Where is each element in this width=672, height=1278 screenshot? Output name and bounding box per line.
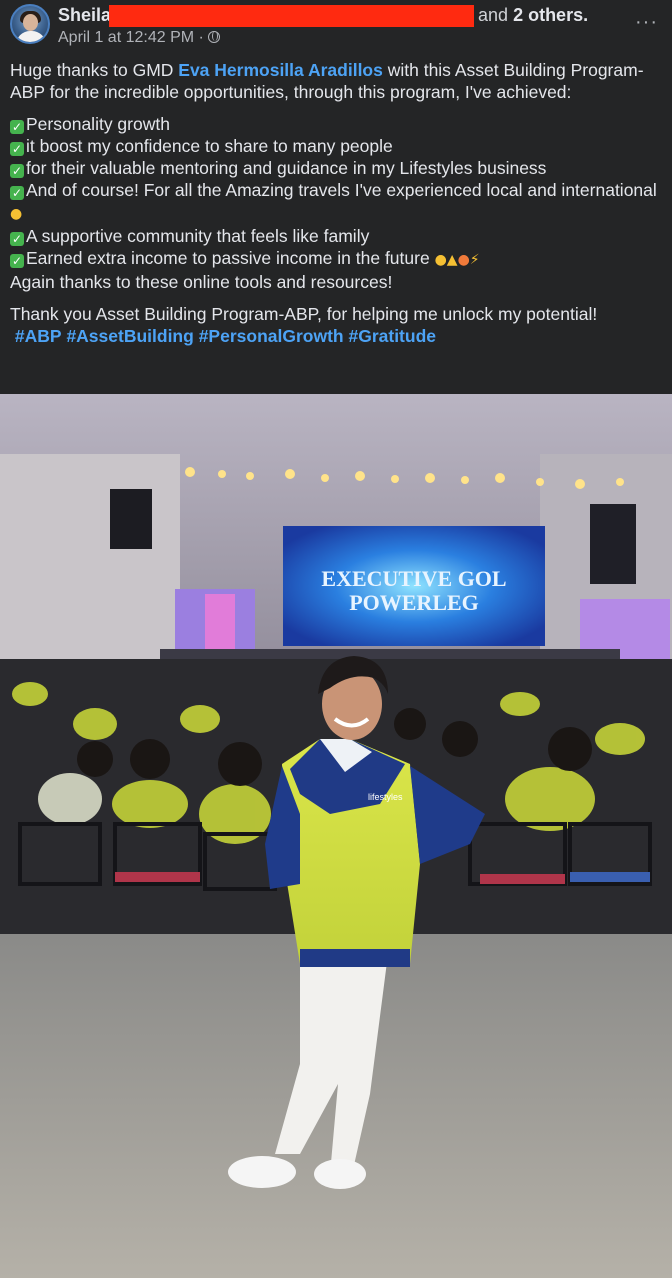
hashtag-link[interactable]: #Gratitude [348, 326, 436, 346]
avatar[interactable] [10, 4, 50, 44]
post-photo[interactable]: EXECUTIVE GOL POWERLEG lifestyles [0, 394, 672, 1278]
intro-paragraph: Huge thanks to GMD Eva Hermosilla Aradil… [10, 59, 665, 103]
post-timestamp[interactable]: April 1 at 12:42 PM [58, 29, 194, 46]
hashtag-link[interactable]: #AssetBuilding [66, 326, 193, 346]
folded-hands-icon: ▲ [446, 252, 458, 268]
author-name[interactable]: Sheila [58, 4, 111, 26]
redaction-bar [109, 5, 474, 27]
intro-text-1: Huge thanks to GMD [10, 60, 179, 80]
hashtag-link[interactable]: #PersonalGrowth [199, 326, 344, 346]
tagged-others[interactable]: and 2 others. [478, 4, 588, 26]
post-body: Huge thanks to GMD Eva Hermosilla Aradil… [10, 59, 665, 347]
hashtag-line: #ABP #AssetBuilding #PersonalGrowth #Gra… [10, 325, 665, 347]
achievement-item: ✓ Personality growth [10, 113, 665, 135]
achievement-item: ✓ it boost my confidence to share to many… [10, 135, 665, 157]
hashtag-link[interactable]: #ABP [15, 326, 62, 346]
left-wall [0, 454, 180, 674]
post-meta: April 1 at 12:42 PM · [58, 28, 220, 48]
check-mark-icon: ✓ [10, 164, 24, 178]
jacket-logo: lifestyles [368, 792, 403, 802]
check-mark-icon: ✓ [10, 186, 24, 200]
speaker-right [590, 504, 636, 584]
achievement-item: ✓ And of course! For all the Amazing trav… [10, 179, 665, 225]
achievement-text: for their valuable mentoring and guidanc… [26, 158, 547, 178]
achievement-text: A supportive community that feels like f… [26, 226, 370, 246]
post-header: Sheila and 2 others. April 1 at 12:42 PM… [0, 0, 672, 56]
thanks-line: Again thanks to these online tools and r… [10, 272, 393, 292]
globe-icon [207, 31, 220, 43]
achievement-text: And of course! For all the Amazing trave… [26, 180, 657, 200]
achievement-item: ✓ Earned extra income to passive income i… [10, 247, 665, 271]
check-mark-icon: ✓ [10, 142, 24, 156]
achievement-item: ✓ A supportive community that feels like … [10, 225, 665, 247]
flexed-biceps-icon: ● [434, 252, 447, 268]
achievement-text: it boost my confidence to share to many … [26, 136, 393, 156]
closing-paragraph: Thank you Asset Building Program-ABP, fo… [10, 304, 598, 324]
achievement-text: Personality growth [26, 114, 170, 134]
others-link[interactable]: 2 others. [513, 5, 588, 25]
check-mark-icon: ✓ [10, 254, 24, 268]
mention-link[interactable]: Eva Hermosilla Aradillos [178, 60, 383, 80]
smiling-hearts-icon: ● [457, 252, 470, 268]
lightning-icon: ⚡ [469, 252, 480, 268]
astonished-face-icon: ● [10, 206, 23, 222]
achievement-text: Earned extra income to passive income in… [26, 248, 435, 268]
check-mark-icon: ✓ [10, 232, 24, 246]
screen-line-2: POWERLEG [349, 590, 479, 615]
screen-line-1: EXECUTIVE GOL [321, 566, 506, 591]
achievement-item: ✓ for their valuable mentoring and guidan… [10, 157, 665, 179]
check-mark-icon: ✓ [10, 120, 24, 134]
meta-separator: · [198, 29, 204, 46]
more-options-button[interactable]: ··· [635, 12, 658, 32]
speaker-left [110, 489, 152, 549]
and-text: and [478, 5, 509, 25]
